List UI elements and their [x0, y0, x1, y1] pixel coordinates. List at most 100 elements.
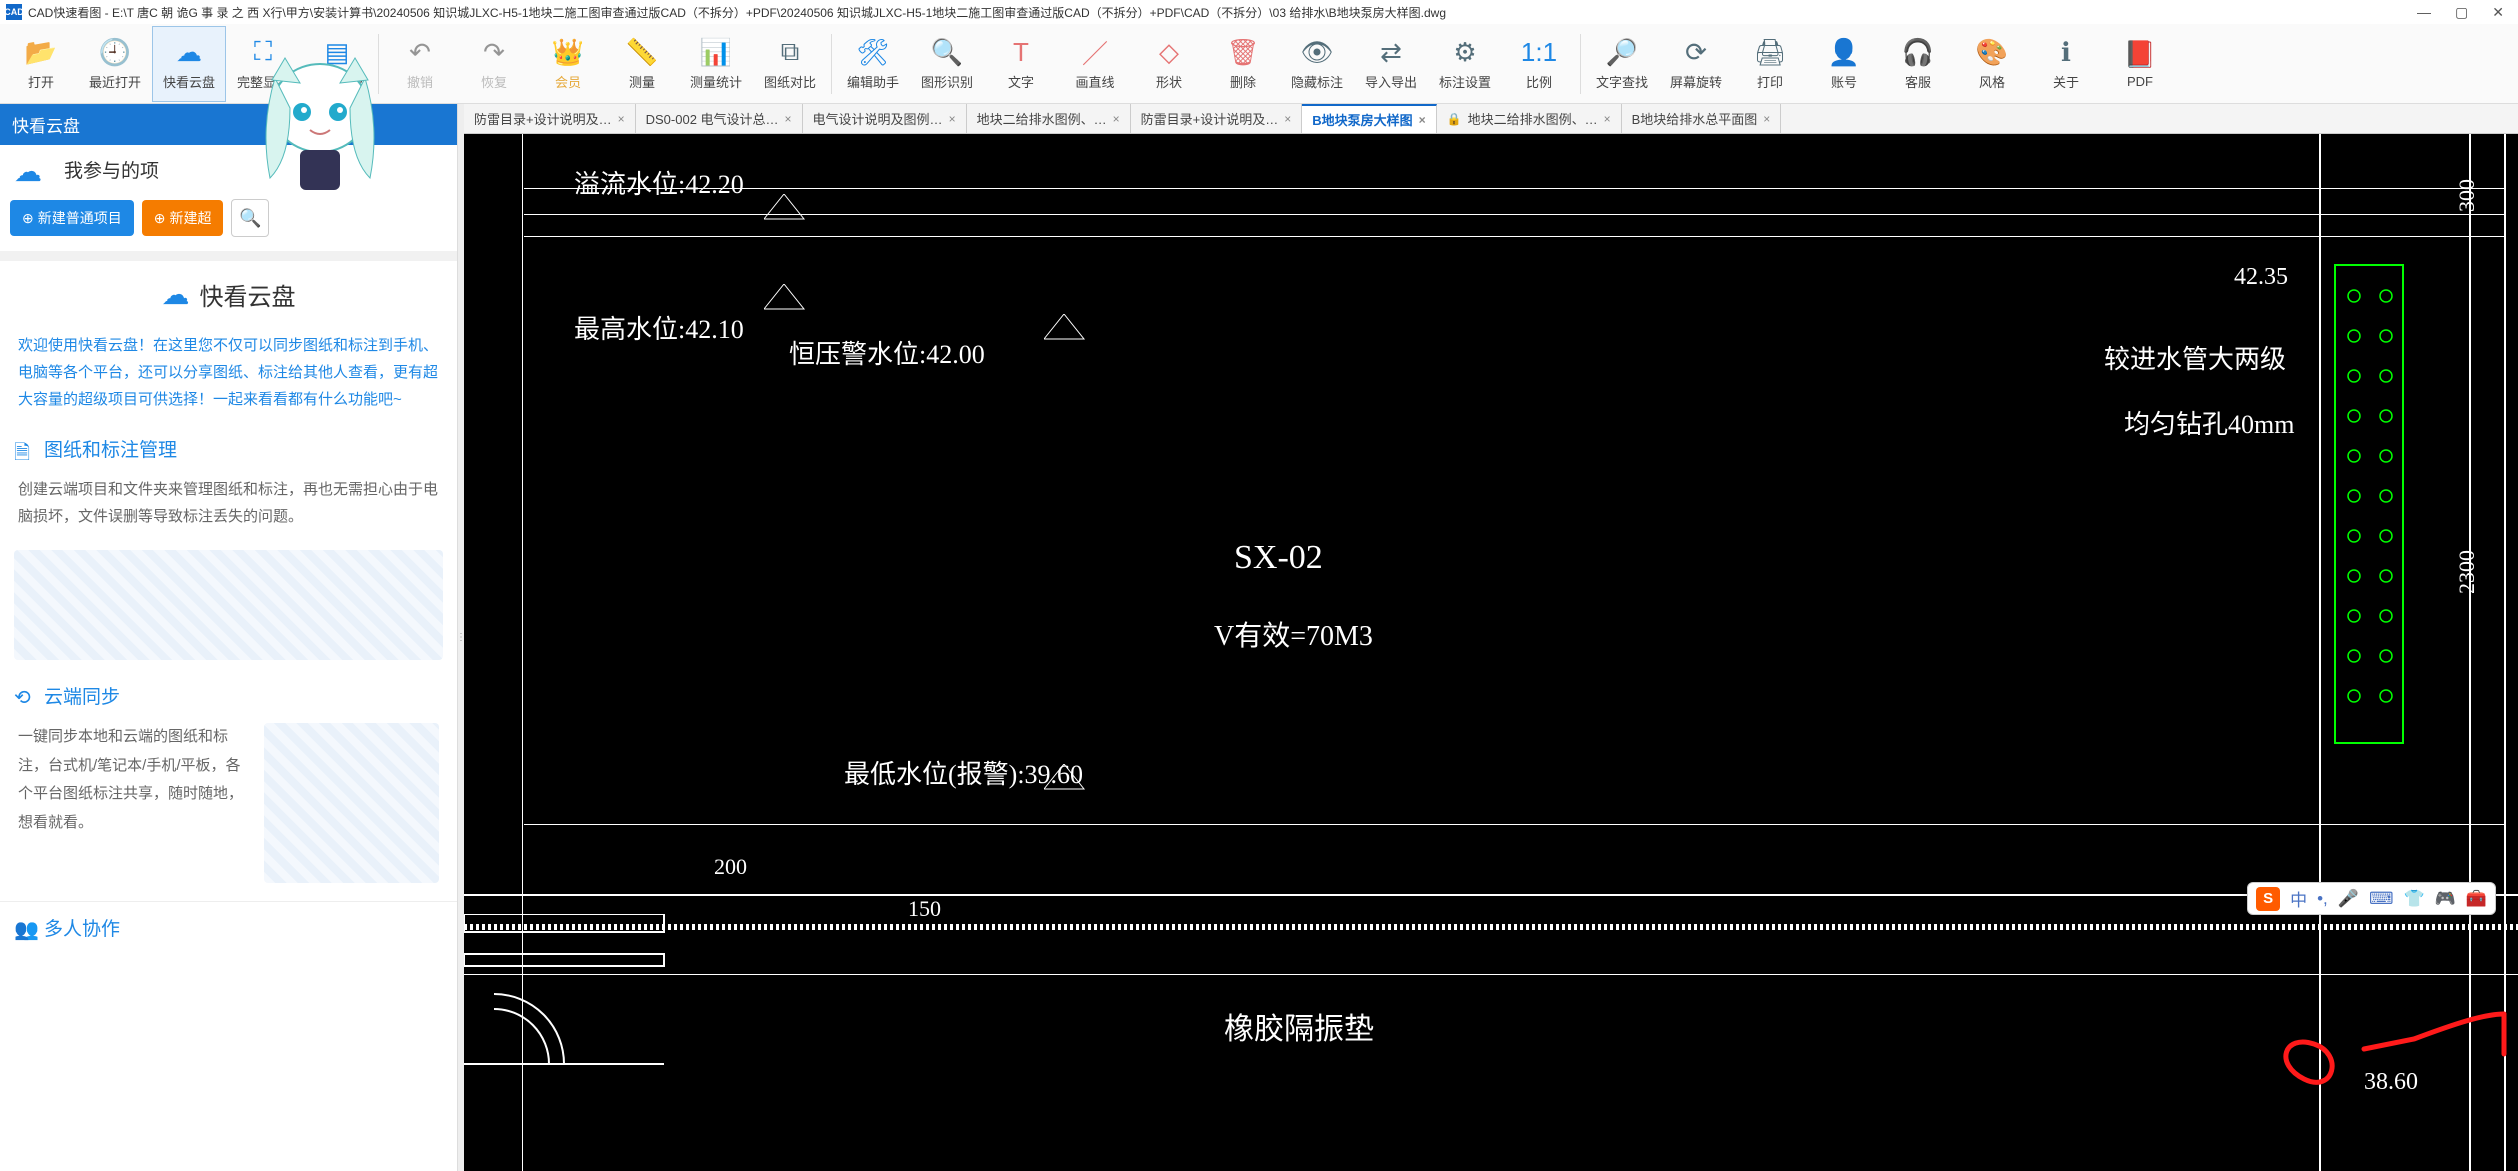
ime-toolbox-icon[interactable]: 🧰 — [2466, 889, 2487, 909]
edit-helper-button[interactable]: 🛠编辑助手 — [836, 26, 910, 102]
label-vol: V有效=70M3 — [1214, 614, 1373, 654]
ime-mode[interactable]: 中 — [2290, 886, 2307, 911]
separator — [1580, 34, 1581, 94]
dim-38-60: 38.60 — [2364, 1069, 2418, 1096]
window-title: CAD快速看图 - E:\T 唐C 朝 诡G 事 录 之 西 X行\甲方\安装计… — [28, 4, 2417, 21]
search-icon: 🔍 — [239, 208, 261, 229]
edit-icon: 🛠 — [857, 36, 889, 68]
scale-button[interactable]: 1:1比例 — [1502, 26, 1576, 102]
ime-toolbar[interactable]: S 中 •, 🎤 ⌨ 👕 🎮 🧰 — [2247, 882, 2496, 915]
dim-300: 300 — [2454, 179, 2480, 212]
close-tab-icon[interactable]: × — [785, 112, 792, 126]
ime-mic-icon[interactable]: 🎤 — [2338, 889, 2359, 909]
new-normal-project-button[interactable]: ⊕新建普通项目 — [10, 200, 134, 236]
close-tab-icon[interactable]: × — [1113, 112, 1120, 126]
sogou-icon: S — [2256, 887, 2280, 911]
import-export-button[interactable]: ⇄导入导出 — [1354, 26, 1428, 102]
account-button[interactable]: 👤账号 — [1807, 26, 1881, 102]
section-body: 创建云端项目和文件夹来管理图纸和标注，再也无需担心由于电脑损坏，文件误删等导致标… — [0, 466, 457, 540]
service-button[interactable]: 🎧客服 — [1881, 26, 1955, 102]
close-tab-icon[interactable]: × — [1284, 112, 1291, 126]
cloud-button[interactable]: ☁快看云盘 — [152, 26, 226, 102]
document-tab[interactable]: 🔒地块二给排水图例、…× — [1437, 104, 1622, 133]
title-bar: CAD CAD快速看图 - E:\T 唐C 朝 诡G 事 录 之 西 X行\甲方… — [0, 0, 2518, 24]
perforated-pipe — [2334, 264, 2404, 744]
label-sx: SX-02 — [1234, 539, 1323, 577]
layer-button[interactable]: ▤图层管理 — [300, 26, 374, 102]
document-tabs: 防雷目录+设计说明及…×DS0-002 电气设计总…×电气设计说明及图例…×地块… — [464, 104, 2518, 134]
label-max: 最高水位:42.10 — [574, 309, 744, 346]
document-tab[interactable]: 电气设计说明及图例…× — [803, 104, 967, 133]
close-tab-icon[interactable]: × — [1419, 113, 1426, 127]
level-marker-icon — [764, 284, 844, 314]
print-icon: 🖨 — [1754, 36, 1786, 68]
cad-canvas[interactable]: 溢流水位:42.20 最高水位:42.10 恒压警水位:42.00 SX-02 … — [464, 134, 2518, 1171]
delete-button[interactable]: 🗑删除 — [1206, 26, 1280, 102]
sidebar-title: 快看云盘 — [0, 104, 457, 145]
document-tab[interactable]: 防雷目录+设计说明及… × — [464, 104, 636, 133]
document-tab[interactable]: B地块给排水总平面图× — [1622, 104, 1782, 133]
chart-icon: 📊 — [700, 36, 732, 68]
trash-icon: 🗑 — [1227, 36, 1259, 68]
open-button[interactable]: 📂打开 — [4, 26, 78, 102]
vip-button[interactable]: 👑会员 — [531, 26, 605, 102]
line-button[interactable]: ／画直线 — [1058, 26, 1132, 102]
cloud-icon: ☁ — [14, 155, 54, 183]
recent-button[interactable]: 🕘最近打开 — [78, 26, 152, 102]
search-button[interactable]: 🔍 — [231, 199, 269, 237]
sidebar-panel: 快看云盘 ☁ 我参与的项 ⊕新建普通项目 ⊕新建超 🔍 ☁ 快看云盘 欢迎使用快… — [0, 104, 458, 1171]
ime-game-icon[interactable]: 🎮 — [2435, 889, 2456, 909]
rotate-screen-button[interactable]: ⟳屏幕旋转 — [1659, 26, 1733, 102]
user-icon: 👤 — [1828, 36, 1860, 68]
separator — [378, 34, 379, 94]
ime-skin-icon[interactable]: 👕 — [2403, 889, 2424, 909]
redo-button[interactable]: ↷恢复 — [457, 26, 531, 102]
minimize-button[interactable]: — — [2417, 4, 2431, 21]
label-drill: 均匀钻孔40mm — [2124, 404, 2294, 441]
separator — [831, 34, 832, 94]
hide-annot-button[interactable]: 👁隐藏标注 — [1280, 26, 1354, 102]
document-tab[interactable]: 地块二给排水图例、… × — [967, 104, 1131, 133]
close-tab-icon[interactable]: × — [1604, 112, 1611, 126]
vip-icon: 👑 — [552, 36, 584, 68]
expand-icon: ⛶ — [247, 36, 279, 68]
compare-button[interactable]: ⧉图纸对比 — [753, 26, 827, 102]
stats-button[interactable]: 📊测量统计 — [679, 26, 753, 102]
illustration — [264, 723, 439, 883]
about-button[interactable]: ℹ关于 — [2029, 26, 2103, 102]
my-projects-label: 我参与的项 — [64, 156, 443, 183]
close-button[interactable]: ✕ — [2492, 4, 2504, 21]
close-tab-icon[interactable]: × — [949, 112, 956, 126]
folder-open-icon: 📂 — [25, 36, 57, 68]
level-marker-icon — [764, 194, 844, 224]
style-button[interactable]: 🎨风格 — [1955, 26, 2029, 102]
annot-settings-button[interactable]: ⚙标注设置 — [1428, 26, 1502, 102]
recognize-button[interactable]: 🔍图形识别 — [910, 26, 984, 102]
print-button[interactable]: 🖨打印 — [1733, 26, 1807, 102]
welcome-text: 欢迎使用快看云盘！在这里您不仅可以同步图纸和标注到手机、电脑等各个平台，还可以分… — [0, 322, 457, 423]
pdf-button[interactable]: 📕PDF — [2103, 26, 2177, 102]
measure-button[interactable]: 📏测量 — [605, 26, 679, 102]
shape-button[interactable]: ◇形状 — [1132, 26, 1206, 102]
fullview-button[interactable]: ⛶完整显示 — [226, 26, 300, 102]
level-marker-icon — [1044, 764, 1124, 794]
document-tab[interactable]: B地块泵房大样图× — [1302, 104, 1436, 133]
new-super-project-button[interactable]: ⊕新建超 — [142, 200, 224, 236]
tab-label: 地块二给排水图例、… — [977, 109, 1107, 128]
label-constant: 恒压警水位:42.00 — [789, 334, 985, 371]
ime-punct-icon[interactable]: •, — [2317, 889, 2328, 909]
close-tab-icon[interactable]: × — [1763, 112, 1770, 126]
document-tab[interactable]: 防雷目录+设计说明及…× — [1131, 104, 1303, 133]
undo-icon: ↶ — [404, 36, 436, 68]
close-tab-icon[interactable]: × — [618, 112, 625, 126]
document-tab[interactable]: DS0-002 电气设计总…× — [636, 104, 803, 133]
ime-keyboard-icon[interactable]: ⌨ — [2369, 889, 2394, 909]
text-button[interactable]: T文字 — [984, 26, 1058, 102]
maximize-button[interactable]: ▢ — [2455, 4, 2468, 21]
undo-button[interactable]: ↶撤销 — [383, 26, 457, 102]
find-text-button[interactable]: 🔎文字查找 — [1585, 26, 1659, 102]
tab-label: 防雷目录+设计说明及… — [474, 109, 612, 128]
section-title: 多人协作 — [44, 914, 120, 941]
illustration — [14, 550, 443, 660]
tab-label: 地块二给排水图例、… — [1468, 109, 1598, 128]
